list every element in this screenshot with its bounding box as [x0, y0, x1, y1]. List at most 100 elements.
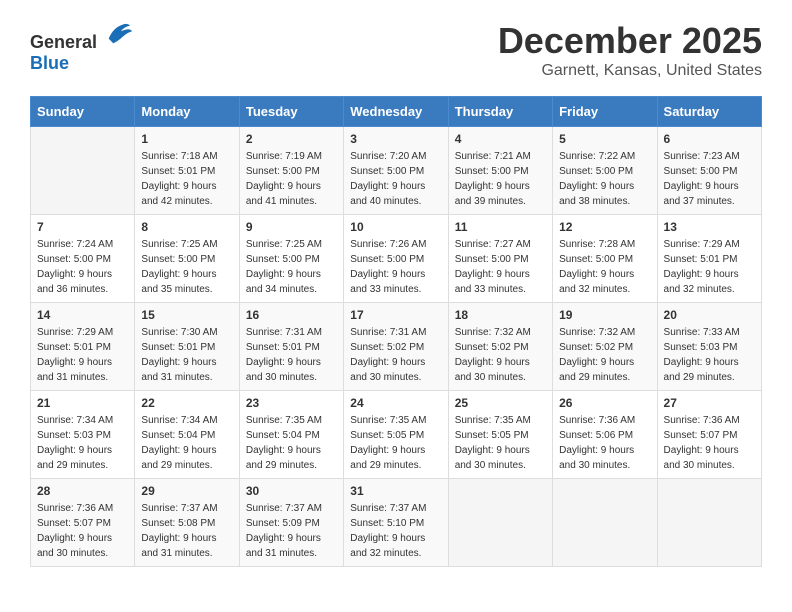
day-cell: 7 Sunrise: 7:24 AMSunset: 5:00 PMDaylight…	[31, 215, 135, 303]
day-cell: 13 Sunrise: 7:29 AMSunset: 5:01 PMDayligh…	[657, 215, 761, 303]
day-cell: 2 Sunrise: 7:19 AMSunset: 5:00 PMDaylight…	[239, 127, 343, 215]
day-info: Sunrise: 7:31 AMSunset: 5:01 PMDaylight:…	[246, 325, 337, 385]
day-info: Sunrise: 7:18 AMSunset: 5:01 PMDaylight:…	[141, 149, 232, 209]
calendar: SundayMondayTuesdayWednesdayThursdayFrid…	[30, 96, 762, 567]
day-number: 29	[141, 484, 232, 498]
col-header-tuesday: Tuesday	[239, 97, 343, 127]
day-cell: 10 Sunrise: 7:26 AMSunset: 5:00 PMDayligh…	[344, 215, 448, 303]
day-info: Sunrise: 7:28 AMSunset: 5:00 PMDaylight:…	[559, 237, 650, 297]
day-number: 12	[559, 220, 650, 234]
day-info: Sunrise: 7:36 AMSunset: 5:06 PMDaylight:…	[559, 413, 650, 473]
day-number: 2	[246, 132, 337, 146]
day-number: 1	[141, 132, 232, 146]
day-info: Sunrise: 7:25 AMSunset: 5:00 PMDaylight:…	[141, 237, 232, 297]
day-info: Sunrise: 7:36 AMSunset: 5:07 PMDaylight:…	[664, 413, 755, 473]
day-info: Sunrise: 7:36 AMSunset: 5:07 PMDaylight:…	[37, 501, 128, 561]
day-number: 18	[455, 308, 546, 322]
day-number: 28	[37, 484, 128, 498]
logo: General Blue	[30, 20, 132, 74]
day-cell: 30Sunrise: 7:37 AMSunset: 5:09 PMDayligh…	[239, 479, 343, 567]
day-cell: 5 Sunrise: 7:22 AMSunset: 5:00 PMDaylight…	[553, 127, 657, 215]
day-number: 16	[246, 308, 337, 322]
col-header-friday: Friday	[553, 97, 657, 127]
day-info: Sunrise: 7:31 AMSunset: 5:02 PMDaylight:…	[350, 325, 441, 385]
day-cell: 1 Sunrise: 7:18 AMSunset: 5:01 PMDaylight…	[135, 127, 239, 215]
day-info: Sunrise: 7:29 AMSunset: 5:01 PMDaylight:…	[664, 237, 755, 297]
day-info: Sunrise: 7:32 AMSunset: 5:02 PMDaylight:…	[455, 325, 546, 385]
day-number: 23	[246, 396, 337, 410]
day-cell: 24Sunrise: 7:35 AMSunset: 5:05 PMDayligh…	[344, 391, 448, 479]
day-cell: 19Sunrise: 7:32 AMSunset: 5:02 PMDayligh…	[553, 303, 657, 391]
header: General Blue December 2025 Garnett, Kans…	[30, 20, 762, 80]
logo-blue: Blue	[30, 53, 69, 73]
day-number: 20	[664, 308, 755, 322]
day-info: Sunrise: 7:19 AMSunset: 5:00 PMDaylight:…	[246, 149, 337, 209]
col-header-saturday: Saturday	[657, 97, 761, 127]
day-number: 15	[141, 308, 232, 322]
day-cell: 26Sunrise: 7:36 AMSunset: 5:06 PMDayligh…	[553, 391, 657, 479]
day-info: Sunrise: 7:37 AMSunset: 5:10 PMDaylight:…	[350, 501, 441, 561]
day-info: Sunrise: 7:35 AMSunset: 5:04 PMDaylight:…	[246, 413, 337, 473]
day-info: Sunrise: 7:24 AMSunset: 5:00 PMDaylight:…	[37, 237, 128, 297]
day-number: 25	[455, 396, 546, 410]
day-info: Sunrise: 7:22 AMSunset: 5:00 PMDaylight:…	[559, 149, 650, 209]
day-info: Sunrise: 7:34 AMSunset: 5:04 PMDaylight:…	[141, 413, 232, 473]
day-info: Sunrise: 7:35 AMSunset: 5:05 PMDaylight:…	[455, 413, 546, 473]
day-info: Sunrise: 7:32 AMSunset: 5:02 PMDaylight:…	[559, 325, 650, 385]
day-info: Sunrise: 7:25 AMSunset: 5:00 PMDaylight:…	[246, 237, 337, 297]
day-number: 27	[664, 396, 755, 410]
logo-text: General Blue	[30, 20, 132, 74]
day-cell	[31, 127, 135, 215]
logo-general: General	[30, 32, 97, 52]
calendar-header-row: SundayMondayTuesdayWednesdayThursdayFrid…	[31, 97, 762, 127]
day-number: 7	[37, 220, 128, 234]
day-cell: 25 Sunrise: 7:35 AMSunset: 5:05 PMDayligh…	[448, 391, 552, 479]
title-block: December 2025 Garnett, Kansas, United St…	[498, 20, 762, 80]
col-header-wednesday: Wednesday	[344, 97, 448, 127]
col-header-thursday: Thursday	[448, 97, 552, 127]
day-info: Sunrise: 7:33 AMSunset: 5:03 PMDaylight:…	[664, 325, 755, 385]
day-cell: 31Sunrise: 7:37 AMSunset: 5:10 PMDayligh…	[344, 479, 448, 567]
day-info: Sunrise: 7:35 AMSunset: 5:05 PMDaylight:…	[350, 413, 441, 473]
day-number: 6	[664, 132, 755, 146]
day-number: 30	[246, 484, 337, 498]
day-number: 21	[37, 396, 128, 410]
week-row-2: 7 Sunrise: 7:24 AMSunset: 5:00 PMDaylight…	[31, 215, 762, 303]
day-number: 17	[350, 308, 441, 322]
week-row-3: 14Sunrise: 7:29 AMSunset: 5:01 PMDayligh…	[31, 303, 762, 391]
day-cell: 23 Sunrise: 7:35 AMSunset: 5:04 PMDayligh…	[239, 391, 343, 479]
day-cell	[657, 479, 761, 567]
day-number: 10	[350, 220, 441, 234]
day-cell	[553, 479, 657, 567]
day-cell: 14Sunrise: 7:29 AMSunset: 5:01 PMDayligh…	[31, 303, 135, 391]
week-row-4: 21Sunrise: 7:34 AMSunset: 5:03 PMDayligh…	[31, 391, 762, 479]
day-number: 14	[37, 308, 128, 322]
day-cell	[448, 479, 552, 567]
day-cell: 11 Sunrise: 7:27 AMSunset: 5:00 PMDayligh…	[448, 215, 552, 303]
day-info: Sunrise: 7:27 AMSunset: 5:00 PMDaylight:…	[455, 237, 546, 297]
day-cell: 3Sunrise: 7:20 AMSunset: 5:00 PMDaylight…	[344, 127, 448, 215]
day-number: 13	[664, 220, 755, 234]
day-cell: 9Sunrise: 7:25 AMSunset: 5:00 PMDaylight…	[239, 215, 343, 303]
day-info: Sunrise: 7:30 AMSunset: 5:01 PMDaylight:…	[141, 325, 232, 385]
day-cell: 22 Sunrise: 7:34 AMSunset: 5:04 PMDayligh…	[135, 391, 239, 479]
day-info: Sunrise: 7:21 AMSunset: 5:00 PMDaylight:…	[455, 149, 546, 209]
day-cell: 4Sunrise: 7:21 AMSunset: 5:00 PMDaylight…	[448, 127, 552, 215]
day-cell: 29Sunrise: 7:37 AMSunset: 5:08 PMDayligh…	[135, 479, 239, 567]
day-cell: 18 Sunrise: 7:32 AMSunset: 5:02 PMDayligh…	[448, 303, 552, 391]
day-number: 5	[559, 132, 650, 146]
day-cell: 20 Sunrise: 7:33 AMSunset: 5:03 PMDayligh…	[657, 303, 761, 391]
day-number: 11	[455, 220, 546, 234]
day-cell: 27 Sunrise: 7:36 AMSunset: 5:07 PMDayligh…	[657, 391, 761, 479]
week-row-1: 1 Sunrise: 7:18 AMSunset: 5:01 PMDaylight…	[31, 127, 762, 215]
day-number: 22	[141, 396, 232, 410]
col-header-monday: Monday	[135, 97, 239, 127]
day-info: Sunrise: 7:26 AMSunset: 5:00 PMDaylight:…	[350, 237, 441, 297]
day-cell: 16 Sunrise: 7:31 AMSunset: 5:01 PMDayligh…	[239, 303, 343, 391]
col-header-sunday: Sunday	[31, 97, 135, 127]
day-cell: 28 Sunrise: 7:36 AMSunset: 5:07 PMDayligh…	[31, 479, 135, 567]
main-title: December 2025	[498, 20, 762, 62]
day-info: Sunrise: 7:23 AMSunset: 5:00 PMDaylight:…	[664, 149, 755, 209]
subtitle: Garnett, Kansas, United States	[498, 62, 762, 80]
logo-bird-icon	[104, 20, 132, 48]
